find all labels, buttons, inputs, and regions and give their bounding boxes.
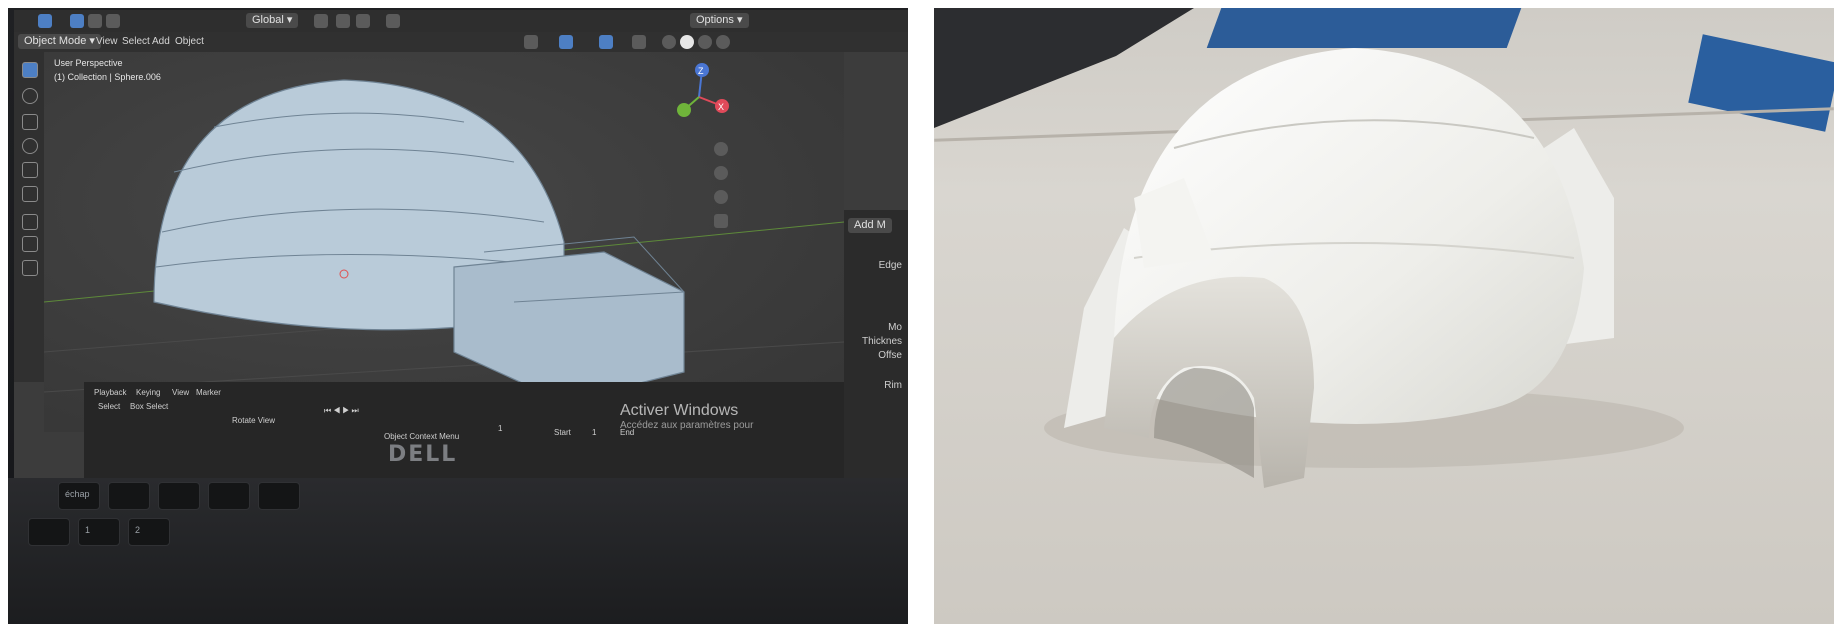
status-select: Select — [98, 402, 121, 411]
select-tool-icon[interactable] — [22, 62, 38, 78]
status-rotate-view: Rotate View — [232, 416, 275, 425]
laptop-keyboard: échap 1 2 — [8, 478, 908, 624]
key-2: 2 — [128, 518, 170, 546]
edge-label: Edge — [878, 260, 902, 271]
selection-mode-icon[interactable] — [106, 14, 120, 28]
navigation-gizmo[interactable]: Z X — [664, 62, 734, 132]
printed-igloo — [1044, 48, 1684, 488]
viewport-subtitle: (1) Collection | Sphere.006 — [54, 72, 161, 82]
properties-panel: Add M Edge Mo Thicknes Offse Rim — [844, 210, 908, 478]
key-label: échap — [65, 489, 90, 499]
z-axis-label: Z — [698, 66, 704, 76]
scale-tool-icon[interactable] — [22, 162, 38, 178]
key-f3 — [208, 482, 250, 510]
menu-view[interactable]: View — [96, 35, 118, 49]
ortho-grid-icon[interactable] — [714, 214, 728, 228]
pivot-icon[interactable] — [314, 14, 328, 28]
status-box-select: Box Select — [130, 402, 169, 411]
key-label: 1 — [85, 525, 91, 535]
selection-mode-icon[interactable] — [88, 14, 102, 28]
key-1: 1 — [78, 518, 120, 546]
viewport-title: User Perspective — [54, 58, 123, 68]
options-label: Options — [696, 14, 734, 26]
timeline-menu-marker[interactable]: Marker — [196, 388, 221, 397]
transform-tool-icon[interactable] — [22, 186, 38, 202]
offset-label: Offse — [878, 350, 902, 361]
y-axis-icon[interactable] — [677, 103, 691, 117]
camera-icon[interactable] — [714, 190, 728, 204]
mode-label: Object Mode — [24, 35, 87, 47]
add-modifier-button[interactable]: Add M — [848, 218, 892, 233]
key — [28, 518, 70, 546]
key-label: 2 — [135, 525, 141, 535]
options-dropdown[interactable]: Options ▾ — [690, 13, 749, 28]
gizmo-icon[interactable] — [559, 35, 573, 49]
status-context-menu: Object Context Menu — [384, 432, 460, 441]
move-tool-icon[interactable] — [22, 114, 38, 130]
xray-icon[interactable] — [632, 35, 646, 49]
start-value[interactable]: 1 — [592, 428, 596, 437]
x-axis-label: X — [718, 102, 724, 112]
pan-icon[interactable] — [714, 166, 728, 180]
cursor-tool-icon[interactable] — [22, 88, 38, 104]
timeline-menu-playback[interactable]: Playback — [94, 388, 126, 397]
wireframe-shading-icon[interactable] — [662, 35, 676, 49]
select-box-icon[interactable] — [38, 14, 52, 28]
laptop-photo: Global ▾ Options ▾ Object Mode ▾ View Se… — [8, 8, 908, 624]
blender-header: Global ▾ Options ▾ — [14, 10, 908, 33]
solid-shading-icon[interactable] — [680, 35, 694, 49]
playback-controls[interactable]: ⏮◀▶⏭ — [324, 406, 361, 416]
menu-object[interactable]: Object — [175, 35, 204, 49]
blender-screen: Global ▾ Options ▾ Object Mode ▾ View Se… — [14, 10, 908, 478]
viewport-header: Object Mode ▾ View Select Add Object — [14, 32, 908, 52]
rim-label: Rim — [884, 380, 902, 391]
dell-logo: DELL — [388, 442, 458, 467]
visibility-icon[interactable] — [524, 35, 538, 49]
key-escape: échap — [58, 482, 100, 510]
tool-bar — [14, 52, 44, 382]
printed-igloo-photo — [934, 8, 1834, 624]
transform-orientation-dropdown[interactable]: Global ▾ — [246, 13, 299, 28]
timeline-menu-keying[interactable]: Keying — [136, 388, 160, 397]
key-f1 — [108, 482, 150, 510]
proportional-edit-icon[interactable] — [386, 14, 400, 28]
selection-mode-icon[interactable] — [70, 14, 84, 28]
thickness-label: Thicknes — [861, 336, 902, 347]
rotate-tool-icon[interactable] — [22, 138, 38, 154]
measure-tool-icon[interactable] — [22, 236, 38, 252]
mode-dropdown[interactable]: Object Mode ▾ — [18, 34, 101, 49]
overlay-icon[interactable] — [599, 35, 613, 49]
add-cube-tool-icon[interactable] — [22, 260, 38, 276]
snap-icon[interactable] — [336, 14, 350, 28]
menu-select[interactable]: Select — [122, 35, 150, 49]
current-frame[interactable]: 1 — [498, 424, 502, 433]
activation-watermark-title: Activer Windows — [620, 402, 739, 419]
add-modifier-label: Add M — [854, 219, 886, 231]
menu-add[interactable]: Add — [152, 35, 170, 49]
material-shading-icon[interactable] — [698, 35, 712, 49]
activation-watermark-subtitle: Accédez aux paramètres pour — [620, 420, 754, 431]
key-f4 — [258, 482, 300, 510]
timeline-menu-view[interactable]: View — [172, 388, 189, 397]
mode-label: Mo — [888, 322, 902, 333]
annotate-tool-icon[interactable] — [22, 214, 38, 230]
start-label: Start — [554, 428, 571, 437]
zoom-icon[interactable] — [714, 142, 728, 156]
key-f2 — [158, 482, 200, 510]
laptop-bezel: Global ▾ Options ▾ Object Mode ▾ View Se… — [8, 8, 908, 528]
dropdown-value: Global — [252, 14, 284, 26]
3d-viewport[interactable]: User Perspective (1) Collection | Sphere… — [44, 52, 844, 432]
snap-target-icon[interactable] — [356, 14, 370, 28]
rendered-shading-icon[interactable] — [716, 35, 730, 49]
